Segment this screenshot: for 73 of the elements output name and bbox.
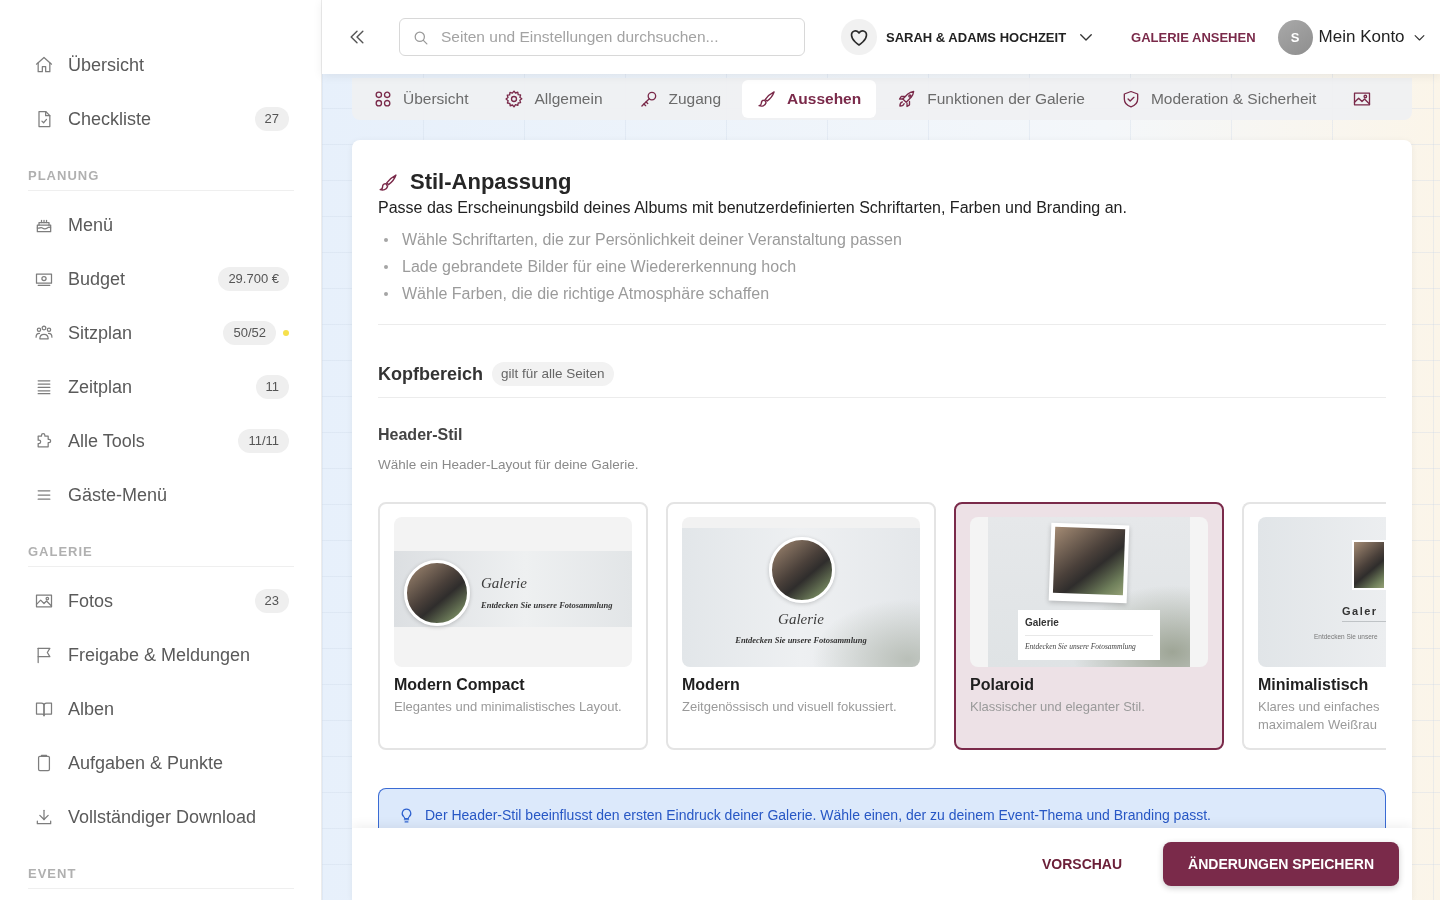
sidebar-item[interactable]: Budget	[68, 268, 126, 290]
sidebar-item[interactable]: Übersicht	[68, 54, 145, 76]
preview-button[interactable]: VORSCHAU	[1025, 846, 1139, 882]
section-heading: GALERIE	[28, 544, 93, 559]
subsection-title: Kopfbereich	[378, 363, 483, 385]
key-icon	[638, 89, 659, 109]
count-badge: 50/52	[223, 321, 276, 345]
save-button[interactable]: ÄNDERUNGEN SPEICHERN	[1163, 842, 1399, 886]
tab[interactable]: Übersicht	[358, 80, 484, 118]
home-icon	[34, 55, 54, 75]
user-avatar: S	[1277, 19, 1313, 55]
preview-title: Galerie	[1025, 617, 1059, 629]
preview-subtitle: Entdecken Sie unsere Fotosammlung	[481, 600, 613, 610]
download-icon	[34, 807, 54, 827]
photo-placeholder	[769, 537, 835, 603]
option-title: Modern Compact	[394, 675, 526, 695]
brush-icon	[757, 89, 778, 109]
option-description: Elegantes und minimalistisches Layout.	[394, 698, 623, 716]
layout-option[interactable]: Galerie Entdecken Sie unsere Fotosammlung Modern Zeitgenössisch und visuell fokussiert.	[666, 502, 936, 750]
count-badge: 23	[254, 589, 289, 613]
tip-text: Wähle Schriftarten, die zur Persönlichkeit deiner Veranstaltung passen	[402, 230, 902, 249]
tip-text: Lade gebrandete Bilder für eine Wiedererkennung hoch	[402, 257, 797, 276]
option-description: Klassischer und eleganter Stil.	[970, 698, 1146, 716]
sidebar-item[interactable]: Gäste-Menü	[68, 484, 168, 506]
field-hint: Wähle ein Header-Layout für deine Galerie.	[378, 456, 640, 474]
info-text: Der Header-Stil beeinflusst den ersten Eindruck deiner Galerie. Wähle einen, der zu deinem Event-Thema und Branding passt.	[425, 806, 1211, 824]
preview-subtitle: Entdecken Sie unsere Fotosammlung	[735, 635, 867, 645]
sidebar-item[interactable]: Menü	[68, 214, 114, 236]
grid-icon	[373, 89, 393, 109]
preview-title: Galerie	[481, 575, 527, 592]
tab[interactable]: Funktionen der Galerie	[882, 80, 1100, 118]
option-title: Minimalistisch	[1258, 675, 1370, 695]
section-title: Stil-Anpassung	[410, 168, 572, 196]
sidebar-item[interactable]: Zeitplan	[68, 376, 133, 398]
sidebar-item[interactable]: Sitzplan	[68, 322, 133, 344]
tab[interactable]: Zugang	[623, 80, 737, 118]
option-title: Polaroid	[970, 675, 1035, 695]
brush-icon	[378, 171, 399, 193]
tab[interactable]: Aussehen	[742, 80, 877, 118]
scope-chip: gilt für alle Seiten	[492, 362, 614, 386]
tab[interactable]: Allgemein	[489, 80, 618, 118]
layout-option[interactable]: Galerie Entdecken Sie unsere Fotosammlung Modern Compact Elegantes und minimalistisches Layout.	[378, 502, 648, 750]
option-description: Zeitgenössisch und visuell fokussiert.	[682, 698, 898, 716]
bullet-icon	[384, 291, 388, 296]
preview-title: Galer	[1342, 605, 1378, 617]
tip-text: Wähle Farben, die die richtige Atmosphäre schaffen	[402, 284, 770, 303]
bullet-icon	[384, 237, 388, 242]
count-badge: 11	[255, 375, 289, 399]
sidebar-item[interactable]: Checkliste	[68, 108, 152, 130]
preview-title: Galerie	[778, 611, 824, 628]
section-description: Passe das Erscheinungsbild deines Albums mit benutzerdefinierten Schriftarten, Farben und Branding an.	[378, 198, 1128, 218]
sidebar-item[interactable]: Vollständiger Download	[68, 806, 257, 828]
event-switcher[interactable]: SARAH & ADAMS HOCHZEIT	[841, 19, 1096, 55]
count-badge: 29.700 €	[218, 267, 289, 291]
sidebar-item[interactable]: Aufgaben & Punkte	[68, 752, 224, 774]
account-menu[interactable]: S Mein Konto	[1277, 19, 1427, 55]
count-badge: 11/11	[238, 429, 289, 453]
gear-icon	[504, 89, 525, 109]
sidebar-item[interactable]: Alle Tools	[68, 430, 145, 452]
sidebar-item[interactable]: Fotos	[68, 590, 114, 612]
field-label: Header-Stil	[378, 425, 464, 445]
sidebar-item[interactable]: Alben	[68, 698, 115, 720]
sidebar-item[interactable]: Freigabe & Meldungen	[68, 644, 251, 666]
option-title: Modern	[682, 675, 741, 695]
photo-placeholder	[1352, 540, 1386, 590]
view-gallery-link[interactable]: GALERIE ANSEHEN	[1131, 29, 1256, 45]
option-description: Klares und einfaches maximalem Weißrau	[1258, 698, 1381, 734]
section-heading: PLANUNG	[28, 168, 100, 183]
tab[interactable]: Moderation & Sicherheit	[1105, 80, 1332, 118]
bullet-icon	[384, 264, 388, 269]
count-badge: 27	[254, 107, 289, 131]
search-field[interactable]: Seiten und Einstellungen durchsuchen...	[399, 18, 805, 56]
section-heading: EVENT	[28, 866, 77, 881]
